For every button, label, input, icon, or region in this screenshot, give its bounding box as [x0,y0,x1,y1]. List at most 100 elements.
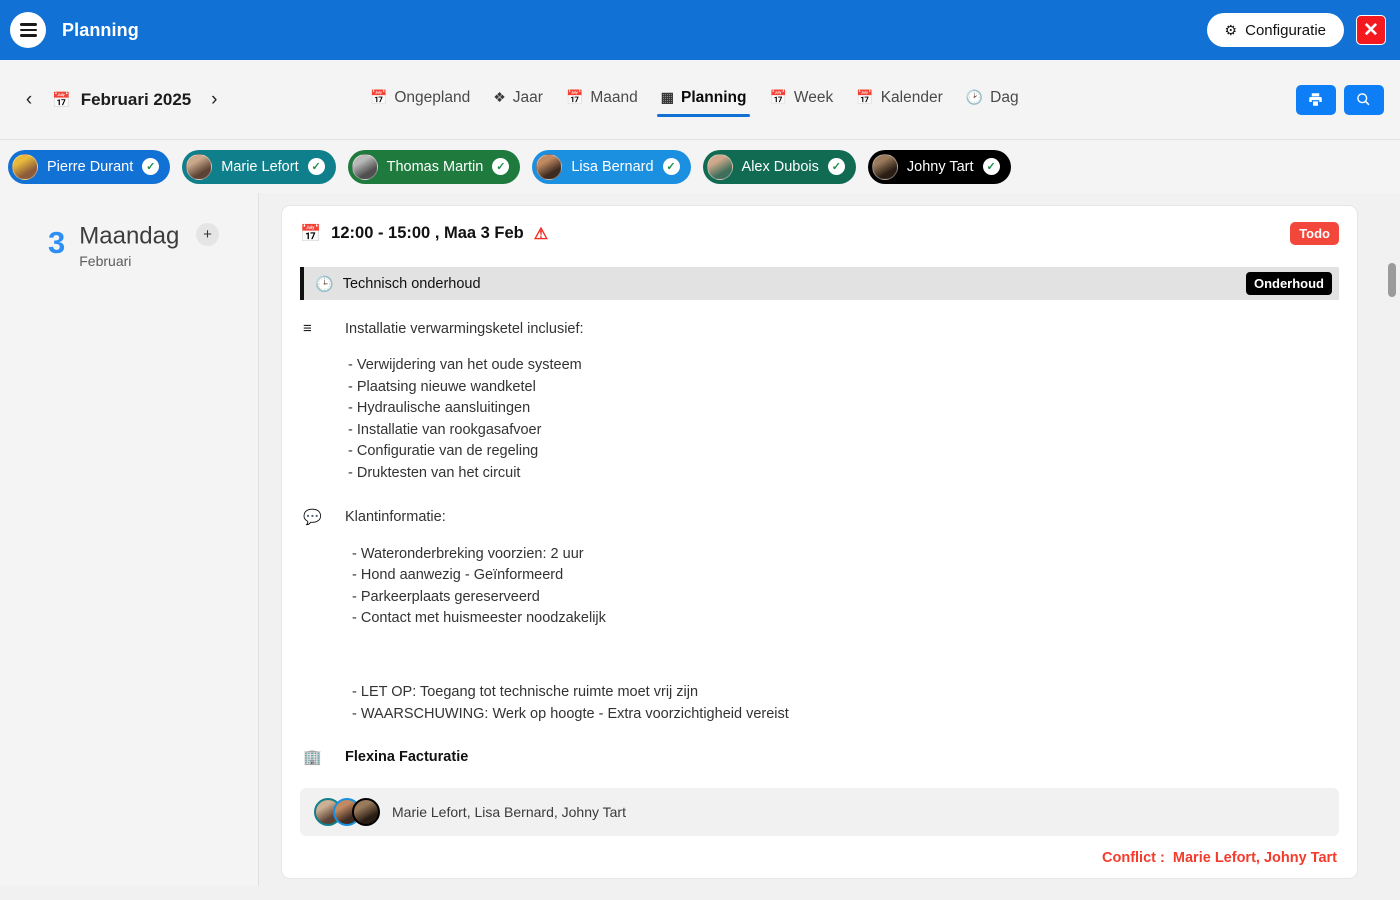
layers-icon: ❖ [493,89,506,105]
add-event-button[interactable]: + [196,223,219,246]
member-name: Thomas Martin [386,158,484,175]
check-icon: ✓ [662,158,680,175]
previous-period-button[interactable]: ‹ [16,87,42,113]
tab-label: Week [793,88,834,106]
day-number: 3 [48,225,66,260]
comments-icon: 💬 [303,509,322,527]
event-time-row: 📅 12:00 - 15:00 , Maa 3 Feb ⚠ [300,224,548,244]
align-left-icon: ≡ [303,320,312,337]
attendee-names: Marie Lefort, Lisa Bernard, Johny Tart [392,803,626,820]
member-chip-lisa-bernard[interactable]: Lisa Bernard ✓ [532,149,691,184]
tab-planning[interactable]: ▦ Planning [653,83,755,117]
configuration-label: Configuratie [1245,21,1326,39]
printer-icon [1309,93,1323,106]
event-comment-row: 💬 Klantinformatie: - Wateronderbreking v… [300,507,1339,725]
scrollbar-thumb[interactable] [1388,263,1396,297]
event-comment-items: - Wateronderbreking voorzien: 2 uur - Ho… [352,545,606,626]
member-chip-johny-tart[interactable]: Johny Tart ✓ [867,149,1011,184]
current-period[interactable]: 📅 Februari 2025 [52,90,191,110]
member-chip-alex-dubois[interactable]: Alex Dubois ✓ [702,149,856,184]
tab-dag[interactable]: 🕑 Dag [958,83,1027,117]
clock-icon: 🕒 [315,275,334,293]
member-filter-list: Pierre Durant ✓ Marie Lefort ✓ Thomas Ma… [0,140,1400,193]
event-list: 📅 12:00 - 15:00 , Maa 3 Feb ⚠ Todo 🕒 Tec… [259,193,1400,886]
tab-week[interactable]: 📅 Week [761,83,841,117]
member-chip-marie-lefort[interactable]: Marie Lefort ✓ [182,149,336,184]
close-icon[interactable]: ✕ [1356,15,1386,45]
tab-label: Jaar [512,88,543,106]
avatar [12,153,38,180]
gear-icon: ⚙ [1224,22,1238,38]
member-name: Johny Tart [906,158,974,175]
event-company-row: 🏢 Flexina Facturatie [300,747,1339,768]
event-attendees[interactable]: Marie Lefort, Lisa Bernard, Johny Tart [300,787,1339,836]
member-name: Pierre Durant [47,158,134,175]
day-name-label: Maandag [79,222,180,250]
event-company: Flexina Facturatie [345,749,469,766]
tab-kalender[interactable]: 📅 Kalender [848,83,950,117]
current-period-label: Februari 2025 [80,89,192,109]
calendar-day-icon: 📅 [856,89,874,105]
event-time: 12:00 - 15:00 , Maa 3 Feb [331,224,524,242]
event-subject: Technisch onderhoud [342,275,481,292]
table-grid-icon: ▦ [660,89,675,105]
member-chip-thomas-martin[interactable]: Thomas Martin ✓ [347,149,521,184]
check-icon: ✓ [492,158,510,175]
event-card-header: 📅 12:00 - 15:00 , Maa 3 Feb ⚠ Todo [300,222,1339,245]
print-button[interactable] [1295,84,1336,115]
avatar [351,153,378,180]
search-button[interactable] [1343,84,1384,115]
avatar [352,797,380,826]
status-badge[interactable]: Todo [1290,222,1339,245]
member-name: Marie Lefort [221,158,299,175]
event-description-items: - Verwijdering van het oude systeem - Pl… [348,357,582,481]
conflict-notice: Conflict : Marie Lefort, Johny Tart [300,850,1339,866]
check-icon: ✓ [827,158,845,175]
event-description-row: ≡ Installatie verwarmingsketel inclusief… [300,319,1339,484]
planning-body: 3 Maandag + Februari 📅 12:00 - 15:00 , M… [0,193,1400,886]
conflict-names: Marie Lefort, Johny Tart [1172,849,1337,866]
calendar-week-icon: 📅 [769,89,787,105]
building-icon: 🏢 [303,749,322,767]
tab-label: Maand [590,88,638,106]
member-name: Alex Dubois [741,158,819,175]
conflict-label: Conflict : [1102,849,1165,866]
event-subject-bar: 🕒 Technisch onderhoud Onderhoud [300,267,1339,300]
calendar-icon: 📅 [52,91,71,109]
day-column: 3 Maandag + Februari [0,193,259,886]
hamburger-icon[interactable] [10,12,46,48]
vertical-scrollbar[interactable] [1388,193,1396,886]
event-type-badge[interactable]: Onderhoud [1245,272,1332,295]
configuration-button[interactable]: ⚙ Configuratie [1206,13,1344,47]
member-name: Lisa Bernard [571,158,654,175]
tab-ongepland[interactable]: 📅 Ongepland [362,83,478,117]
app-title: Planning [62,19,139,40]
event-description-title: Installatie verwarmingsketel inclusief: [345,321,584,337]
warning-triangle-icon: ⚠ [533,225,549,243]
calendar-plus-icon: 📅 [369,89,388,105]
tab-jaar[interactable]: ❖ Jaar [485,83,551,117]
check-icon: ✓ [142,158,160,175]
next-period-button[interactable]: › [201,87,227,113]
tab-label: Ongepland [394,88,471,106]
day-header: 3 Maandag + Februari [0,223,258,269]
view-tabs: 📅 Ongepland ❖ Jaar 📅 Maand ▦ Planning 📅 … [362,83,1027,117]
view-toolbar: ‹ 📅 Februari 2025 › 📅 Ongepland ❖ Jaar 📅… [0,60,1400,140]
clock-icon: 🕑 [965,89,984,105]
tab-label: Kalender [880,88,943,106]
tab-label: Planning [681,88,747,106]
event-card[interactable]: 📅 12:00 - 15:00 , Maa 3 Feb ⚠ Todo 🕒 Tec… [281,205,1358,879]
search-icon [1357,93,1370,106]
avatar [186,153,213,180]
calendar-month-icon: 📅 [565,89,584,105]
tab-maand[interactable]: 📅 Maand [558,83,646,117]
avatar [536,153,563,180]
avatar-group [314,797,380,826]
date-navigation: ‹ 📅 Februari 2025 › [16,87,227,113]
member-chip-pierre-durant[interactable]: Pierre Durant ✓ [8,149,171,184]
avatar [871,153,898,180]
event-notes: - LET OP: Toegang tot technische ruimte … [352,684,789,722]
event-comment-title: Klantinformatie: [345,509,446,526]
avatar [706,153,733,180]
app-header-actions: ⚙ Configuratie ✕ [1206,13,1386,47]
